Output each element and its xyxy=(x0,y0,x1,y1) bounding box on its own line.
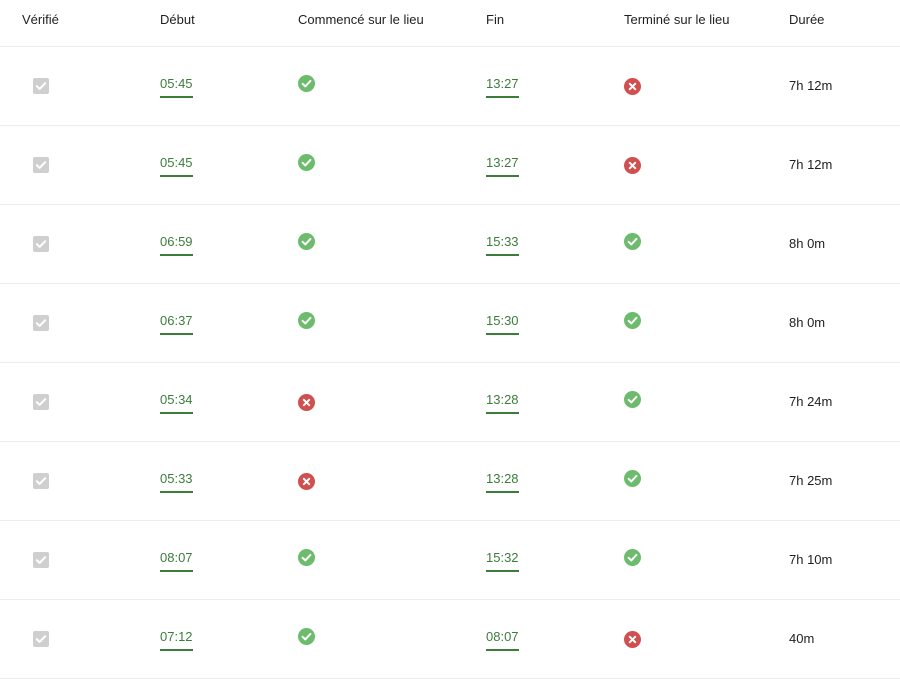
start-time-link[interactable]: 05:34 xyxy=(160,393,193,414)
x-icon xyxy=(624,78,641,95)
header-end-on-site: Terminé sur le lieu xyxy=(624,12,730,27)
table-row: 07:12 08:07 40m xyxy=(0,600,900,679)
start-time-link[interactable]: 06:59 xyxy=(160,235,193,256)
check-icon xyxy=(298,233,315,250)
header-start: Début xyxy=(160,12,195,27)
header-end: Fin xyxy=(486,12,505,27)
duration-value: 8h 0m xyxy=(789,236,826,251)
verified-checkbox[interactable] xyxy=(33,394,49,410)
table-row: 05:34 13:28 7h 24m xyxy=(0,363,900,442)
header-verified: Vérifié xyxy=(22,12,59,27)
check-icon xyxy=(298,628,315,645)
shifts-table: Vérifié Début Commencé sur le lieu Fin T… xyxy=(0,0,900,692)
verified-checkbox[interactable] xyxy=(33,552,49,568)
check-icon xyxy=(624,312,641,329)
header-duration: Durée xyxy=(789,12,825,27)
start-time-link[interactable]: 05:33 xyxy=(160,472,193,493)
x-icon xyxy=(298,394,315,411)
duration-value: 7h 12m xyxy=(789,78,833,93)
start-time-link[interactable]: 06:37 xyxy=(160,314,193,335)
duration-value: 7h 10m xyxy=(789,552,833,567)
x-icon xyxy=(624,157,641,174)
x-icon xyxy=(298,473,315,490)
table-row: 06:59 15:33 8h 0m xyxy=(0,205,900,284)
end-time-link[interactable]: 08:07 xyxy=(486,630,519,651)
duration-value: 8h 0m xyxy=(789,315,826,330)
start-time-link[interactable]: 07:12 xyxy=(160,630,193,651)
start-time-link[interactable]: 05:45 xyxy=(160,77,193,98)
check-icon xyxy=(624,391,641,408)
verified-checkbox[interactable] xyxy=(33,473,49,489)
start-time-link[interactable]: 08:07 xyxy=(160,551,193,572)
check-icon xyxy=(298,154,315,171)
check-icon xyxy=(624,470,641,487)
end-time-link[interactable]: 15:33 xyxy=(486,235,519,256)
end-time-link[interactable]: 13:28 xyxy=(486,393,519,414)
duration-value: 7h 12m xyxy=(789,157,833,172)
table-row: 05:45 13:27 7h 12m xyxy=(0,126,900,205)
end-time-link[interactable]: 13:28 xyxy=(486,472,519,493)
duration-value: 40m xyxy=(789,631,815,646)
table-row: 06:37 15:30 8h 0m xyxy=(0,284,900,363)
start-time-link[interactable]: 05:45 xyxy=(160,156,193,177)
end-time-link[interactable]: 13:27 xyxy=(486,77,519,98)
check-icon xyxy=(298,312,315,329)
table-body: 05:45 13:27 7h 12m 05:45 13:27 7h 12m 06:59 15:… xyxy=(0,47,900,679)
table-row: 08:07 15:32 7h 10m xyxy=(0,521,900,600)
duration-value: 7h 24m xyxy=(789,394,833,409)
header-start-on-site: Commencé sur le lieu xyxy=(298,12,424,27)
verified-checkbox[interactable] xyxy=(33,157,49,173)
check-icon xyxy=(298,75,315,92)
end-time-link[interactable]: 15:30 xyxy=(486,314,519,335)
verified-checkbox[interactable] xyxy=(33,236,49,252)
verified-checkbox[interactable] xyxy=(33,315,49,331)
check-icon xyxy=(298,549,315,566)
end-time-link[interactable]: 13:27 xyxy=(486,156,519,177)
check-icon xyxy=(624,549,641,566)
x-icon xyxy=(624,631,641,648)
table-header: Vérifié Début Commencé sur le lieu Fin T… xyxy=(0,0,900,47)
duration-value: 7h 25m xyxy=(789,473,833,488)
verified-checkbox[interactable] xyxy=(33,631,49,647)
verified-checkbox[interactable] xyxy=(33,78,49,94)
table-row: 05:45 13:27 7h 12m xyxy=(0,47,900,126)
end-time-link[interactable]: 15:32 xyxy=(486,551,519,572)
table-row: 05:33 13:28 7h 25m xyxy=(0,442,900,521)
check-icon xyxy=(624,233,641,250)
